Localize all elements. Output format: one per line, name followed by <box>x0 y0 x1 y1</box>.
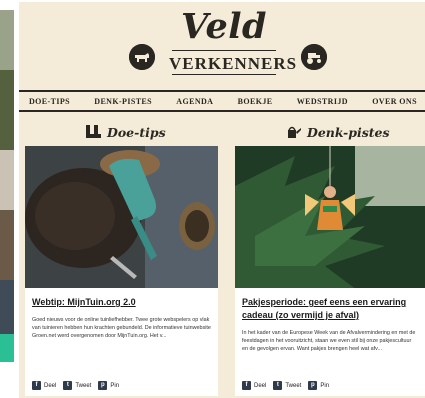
post-title[interactable]: Pakjesperiode: geef eens een ervaring ca… <box>235 288 425 322</box>
watering-can-icon <box>288 126 301 138</box>
share-pinterest-button[interactable]: p Pin <box>308 381 329 390</box>
nav-denk-pistes[interactable]: DENK-PISTES <box>94 97 152 106</box>
post-excerpt: In het kader van de Europese Week van de… <box>242 330 416 352</box>
left-adjacent-photo <box>0 10 14 340</box>
main-navigation: DOE-TIPS DENK-PISTES AGENDA BOEKJE WEDST… <box>19 90 425 112</box>
share-pinterest-label: Pin <box>110 382 120 389</box>
nav-boekje[interactable]: BOEKJE <box>238 97 273 106</box>
pinterest-icon: p <box>308 381 318 390</box>
doe-tips-heading: Doe-tips <box>84 122 166 142</box>
twitter-icon: t <box>273 381 283 390</box>
logo-wordmark-verkenners[interactable]: VERKENNERS <box>169 54 296 74</box>
share-row: f Deel t Tweet p Pin <box>242 381 336 390</box>
logo-wordmark-veld[interactable]: Veld <box>179 6 269 47</box>
post-title[interactable]: Webtip: MijnTuin.org 2.0 <box>25 288 218 309</box>
cow-badge-icon <box>129 44 155 70</box>
nav-wedstrijd[interactable]: WEDSTRIJD <box>297 97 348 106</box>
facebook-icon: f <box>32 381 41 390</box>
pinterest-icon: p <box>98 381 108 390</box>
doe-tips-title[interactable]: Doe-tips <box>107 125 166 140</box>
share-pinterest-button[interactable]: p Pin <box>98 381 119 390</box>
left-adjacent-panel <box>0 0 14 398</box>
nav-doe-tips[interactable]: DOE-TIPS <box>29 97 70 106</box>
logo-rule-top <box>172 50 276 51</box>
site-header: Veld VERKENNERS <box>19 2 425 88</box>
denk-pistes-title[interactable]: Denk-pistes <box>307 125 390 140</box>
post-card-denk-pistes[interactable]: Pakjesperiode: geef eens een ervaring ca… <box>235 146 425 396</box>
post-excerpt: Goed nieuws voor de online tuinliefhebbe… <box>32 317 211 339</box>
share-facebook-button[interactable]: f Deel <box>242 381 266 390</box>
denk-pistes-heading: Denk-pistes <box>284 122 390 142</box>
nav-over-ons[interactable]: OVER ONS <box>372 97 417 106</box>
share-pinterest-label: Pin <box>320 382 330 389</box>
share-twitter-label: Tweet <box>75 382 92 389</box>
boots-icon <box>86 125 101 138</box>
tractor-badge-icon <box>301 44 327 70</box>
facebook-icon: f <box>242 381 251 390</box>
share-twitter-button[interactable]: t Tweet <box>273 381 301 390</box>
twitter-icon: t <box>63 381 73 390</box>
page: Veld VERKENNERS DOE-TIPS DENK-PISTES AGE… <box>0 0 425 398</box>
share-facebook-button[interactable]: f Deel <box>32 381 56 390</box>
logo-rule-bottom <box>172 74 276 75</box>
share-row: f Deel t Tweet p Pin <box>32 381 126 390</box>
share-twitter-label: Tweet <box>285 382 302 389</box>
share-facebook-label: Deel <box>254 382 267 389</box>
trowel-soil-photo[interactable] <box>25 146 218 288</box>
post-card-doe-tips[interactable]: Webtip: MijnTuin.org 2.0 Goed nieuws voo… <box>25 146 218 396</box>
share-twitter-button[interactable]: t Tweet <box>63 381 91 390</box>
christmas-angel-ornament-photo[interactable] <box>235 146 425 288</box>
left-adjacent-button[interactable] <box>0 334 14 362</box>
nav-agenda[interactable]: AGENDA <box>176 97 213 106</box>
share-facebook-label: Deel <box>44 382 57 389</box>
veldverkenners-site: Veld VERKENNERS DOE-TIPS DENK-PISTES AGE… <box>19 2 425 398</box>
